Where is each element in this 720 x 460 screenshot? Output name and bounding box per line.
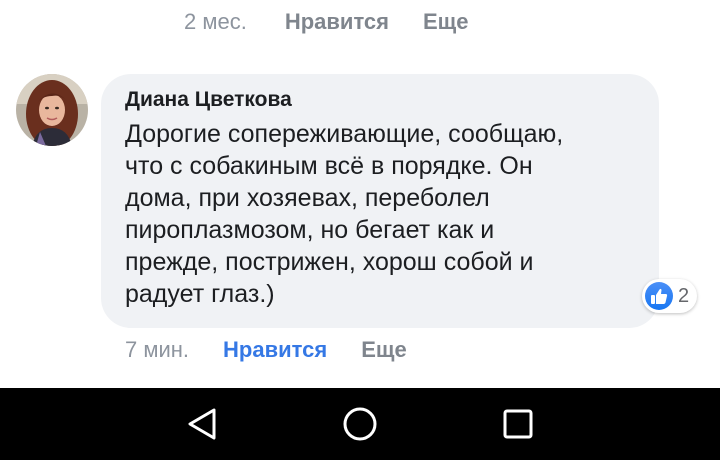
home-icon[interactable] <box>340 404 380 444</box>
reaction-count: 2 <box>678 284 690 307</box>
previous-comment-more-button[interactable]: Еще <box>423 9 468 35</box>
comment-text: Дорогие сопереживающие, сообщаю, что с с… <box>125 120 564 308</box>
comment-actions: 7 мин. Нравится Еще <box>125 336 407 364</box>
previous-comment-actions: 2 мес. Нравится Еще <box>184 8 468 36</box>
comment-time[interactable]: 7 мин. <box>125 337 189 363</box>
system-navigation-bar <box>0 388 720 460</box>
back-icon[interactable] <box>182 404 222 444</box>
comment-author[interactable]: Диана Цветкова <box>125 88 292 112</box>
comment-bubble[interactable]: Диана Цветкова Дорогие сопереживающие, с… <box>101 74 659 328</box>
more-button[interactable]: Еще <box>361 337 406 363</box>
previous-comment-like-button[interactable]: Нравится <box>285 9 389 35</box>
recents-icon[interactable] <box>498 404 538 444</box>
previous-comment-time: 2 мес. <box>184 9 247 34</box>
like-button[interactable]: Нравится <box>223 337 327 363</box>
thumbs-up-icon <box>645 282 673 310</box>
avatar[interactable] <box>16 74 88 146</box>
reaction-summary[interactable]: 2 <box>642 279 698 313</box>
